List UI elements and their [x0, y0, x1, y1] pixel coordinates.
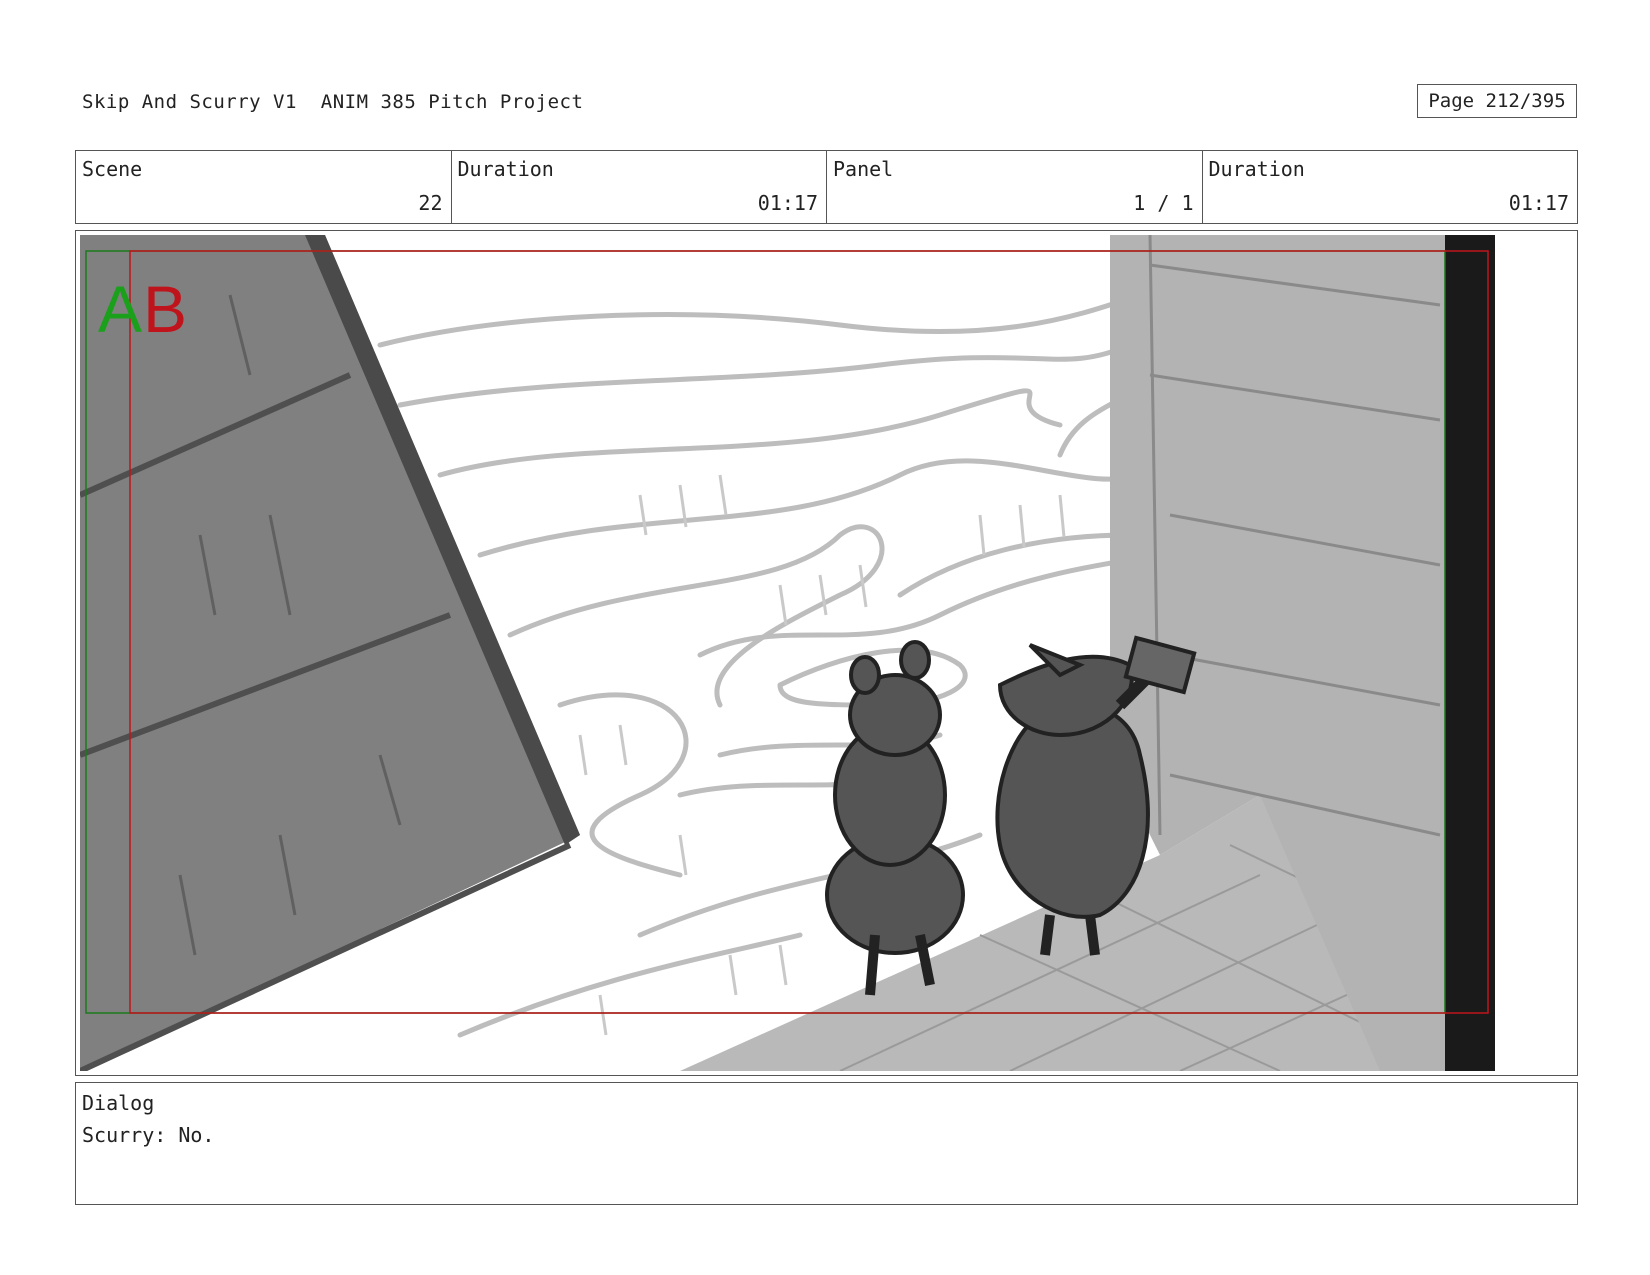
panel-duration-label: Duration	[1208, 157, 1305, 181]
document-title: Skip And Scurry V1 ANIM 385 Pitch Projec…	[82, 91, 584, 113]
dialog-box: Dialog Scurry: No.	[75, 1082, 1578, 1205]
marker-a: A	[98, 272, 142, 346]
panel-duration-cell: Duration 01:17	[1203, 151, 1578, 223]
scene-duration-value: 01:17	[757, 191, 818, 215]
panel-value: 1 / 1	[1133, 191, 1194, 215]
scene-duration-cell: Duration 01:17	[452, 151, 827, 223]
storyboard-panel: A B	[75, 230, 1578, 1076]
scene-label: Scene	[82, 157, 143, 181]
scene-value: 22	[418, 191, 443, 215]
panel-duration-value: 01:17	[1508, 191, 1569, 215]
storyboard-drawing: A B	[80, 235, 1573, 1071]
dialog-text: Scurry: No.	[82, 1123, 215, 1147]
scene-duration-label: Duration	[457, 157, 554, 181]
scene-cell: Scene 22	[76, 151, 452, 223]
marker-b: B	[143, 272, 187, 346]
panel-cell: Panel 1 / 1	[827, 151, 1203, 223]
page-counter: Page 212/395	[1417, 84, 1577, 118]
panel-label: Panel	[833, 157, 894, 181]
dialog-label: Dialog	[82, 1091, 155, 1115]
panel-info-row: Scene 22 Duration 01:17 Panel 1 / 1 Dura…	[75, 150, 1578, 224]
